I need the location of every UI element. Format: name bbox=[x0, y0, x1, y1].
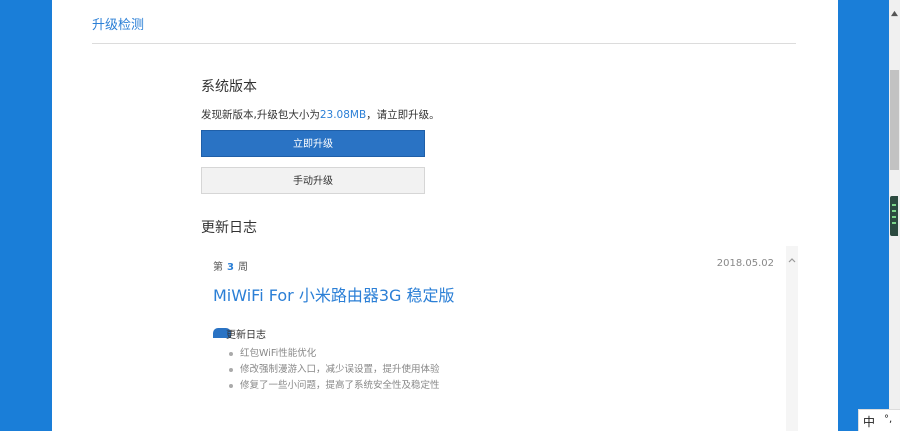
chevron-up-icon[interactable] bbox=[788, 256, 796, 264]
release-date: 2018.05.02 bbox=[716, 258, 774, 269]
ime-punctuation[interactable]: °, bbox=[884, 414, 892, 425]
week-prefix: 第 bbox=[213, 262, 223, 273]
main-panel: 升级检测 系统版本 发现新版本,升级包大小为23.08MB，请立即升级。 立即升… bbox=[52, 0, 838, 431]
side-tab-mark bbox=[892, 210, 896, 212]
update-message: 发现新版本,升级包大小为23.08MB，请立即升级。 bbox=[201, 107, 440, 122]
release-title: MiWiFi For 小米路由器3G 稳定版 bbox=[213, 286, 455, 305]
window-scrollbar[interactable] bbox=[889, 0, 900, 431]
side-tab-mark bbox=[892, 222, 896, 224]
changelog-scrollbar[interactable] bbox=[786, 246, 798, 431]
list-item: 修改强制漫游入口，减少误设置，提升使用体验 bbox=[229, 362, 440, 378]
ime-mode[interactable]: 中 bbox=[863, 413, 875, 430]
scrollbar-thumb[interactable] bbox=[890, 70, 899, 170]
list-item: 修复了一些小问题，提高了系统安全性及稳定性 bbox=[229, 378, 440, 394]
ime-indicator[interactable]: 中 °, bbox=[858, 409, 900, 431]
week-suffix: 周 bbox=[237, 262, 248, 273]
scroll-up-arrow-icon[interactable] bbox=[891, 10, 898, 17]
page-title: 升级检测 bbox=[92, 18, 145, 33]
update-message-suffix: ，请立即升级。 bbox=[366, 109, 440, 121]
update-message-prefix: 发现新版本,升级包大小为 bbox=[201, 109, 320, 121]
manual-upgrade-button[interactable]: 手动升级 bbox=[201, 167, 425, 194]
changelog-heading: 更新日志 bbox=[201, 220, 257, 236]
list-item: 红包WiFi性能优化 bbox=[229, 346, 440, 362]
changelog-section-label: 更新日志 bbox=[226, 330, 266, 341]
week-number: 3 bbox=[227, 262, 234, 273]
package-size: 23.08MB bbox=[319, 109, 367, 121]
week-label: 第3周 bbox=[213, 258, 248, 273]
upgrade-now-button[interactable]: 立即升级 bbox=[201, 130, 425, 157]
changelog-panel[interactable]: 第3周 2018.05.02 MiWiFi For 小米路由器3G 稳定版 更新… bbox=[201, 246, 798, 431]
system-version-heading: 系统版本 bbox=[201, 79, 257, 95]
title-divider bbox=[92, 43, 796, 44]
changelog-list: 红包WiFi性能优化 修改强制漫游入口，减少误设置，提升使用体验 修复了一些小问… bbox=[229, 346, 440, 394]
side-tab-mark bbox=[892, 216, 896, 218]
side-widget-tab[interactable] bbox=[890, 196, 898, 236]
side-tab-mark bbox=[892, 204, 896, 206]
